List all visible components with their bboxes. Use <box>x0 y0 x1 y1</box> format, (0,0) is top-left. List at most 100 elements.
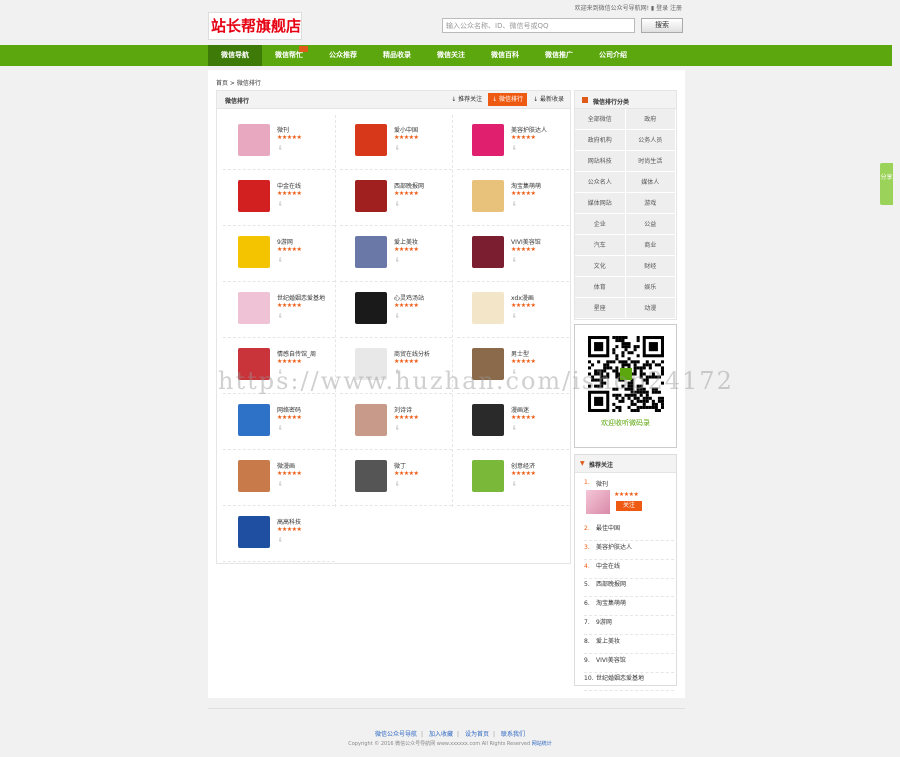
account-name[interactable]: 9游网 <box>277 237 293 246</box>
account-card[interactable]: VIVI美容馆 ★★★★★ ⇩ <box>457 227 569 282</box>
top-links[interactable]: 欢迎来到微信公众号导航网! ▮ 登录 注册 <box>575 3 682 12</box>
account-name[interactable]: 漫画迷 <box>511 405 529 414</box>
avatar[interactable] <box>238 236 270 268</box>
recommend-item[interactable]: 6. 淘宝集萌萌 <box>584 598 674 617</box>
download-icon[interactable]: ⇩ <box>278 257 283 264</box>
download-icon[interactable]: ⇩ <box>395 313 400 320</box>
account-name[interactable]: 微漫画 <box>277 461 295 470</box>
footer-link-bookmark[interactable]: 加入收藏 <box>429 731 453 738</box>
download-icon[interactable]: ⇩ <box>278 201 283 208</box>
avatar[interactable] <box>238 124 270 156</box>
download-icon[interactable]: ⇩ <box>512 257 517 264</box>
category-item[interactable]: 游戏 <box>625 193 676 214</box>
avatar[interactable] <box>355 180 387 212</box>
recommend-name[interactable]: 西部晚报网 <box>596 581 626 588</box>
download-icon[interactable]: ⇩ <box>278 369 283 376</box>
avatar[interactable] <box>238 348 270 380</box>
avatar[interactable] <box>238 292 270 324</box>
account-name[interactable]: 中金在线 <box>277 181 301 190</box>
download-icon[interactable]: ⇩ <box>278 145 283 152</box>
recommend-item[interactable]: 10. 世纪婚姻恋爱基地 <box>584 673 674 692</box>
download-icon[interactable]: ⇩ <box>278 537 283 544</box>
download-icon[interactable]: ⇩ <box>395 425 400 432</box>
account-card[interactable]: xdx漫画 ★★★★★ ⇩ <box>457 283 569 338</box>
download-icon[interactable]: ⇩ <box>395 481 400 488</box>
avatar[interactable] <box>355 404 387 436</box>
recommend-item[interactable]: 7. 9游网 <box>584 617 674 635</box>
recommend-name[interactable]: 中金在线 <box>596 563 620 570</box>
account-name[interactable]: 刘诗诗 <box>394 405 412 414</box>
avatar[interactable] <box>238 516 270 548</box>
account-card[interactable]: 微漫画 ★★★★★ ⇩ <box>223 451 335 506</box>
avatar[interactable] <box>355 124 387 156</box>
nav-item-0[interactable]: 微信导航 <box>208 45 262 66</box>
category-item[interactable]: 全部微信 <box>575 109 626 130</box>
recommend-item[interactable]: 2. 最佳中国 <box>584 523 674 541</box>
account-name[interactable]: 情感自传馆_周 <box>277 349 316 358</box>
category-item[interactable]: 体育 <box>575 277 626 298</box>
download-icon[interactable]: ⇩ <box>278 481 283 488</box>
category-item[interactable]: 政府机构 <box>575 130 626 151</box>
category-item[interactable]: 公益 <box>625 214 676 235</box>
account-name[interactable]: 爱小中国 <box>394 125 418 134</box>
category-item[interactable]: 企业 <box>575 214 626 235</box>
follow-button[interactable]: 关注 <box>616 501 642 511</box>
account-card[interactable]: 爱上美妆 ★★★★★ ⇩ <box>340 227 452 282</box>
category-item[interactable]: 商业 <box>625 235 676 256</box>
account-card[interactable]: 微丁 ★★★★★ ⇩ <box>340 451 452 506</box>
footer-link-contact[interactable]: 联系我们 <box>501 731 525 738</box>
account-name[interactable]: 淘宝集萌萌 <box>511 181 541 190</box>
recommend-item[interactable]: 8. 爱上美妆 <box>584 636 674 654</box>
account-card[interactable]: 微刊 ★★★★★ ⇩ <box>223 115 335 170</box>
avatar[interactable] <box>472 236 504 268</box>
download-icon[interactable]: ⇩ <box>395 145 400 152</box>
download-icon[interactable]: ⇩ <box>278 313 283 320</box>
nav-item-5[interactable]: 微信百科 <box>478 45 532 66</box>
account-card[interactable]: 商贸在线分析 ★★★★★ ⇩ <box>340 339 452 394</box>
recommend-item[interactable]: 3. 美容护肤达人 <box>584 542 674 560</box>
category-item[interactable]: 文化 <box>575 256 626 277</box>
avatar[interactable] <box>238 460 270 492</box>
avatar[interactable] <box>472 292 504 324</box>
account-name[interactable]: VIVI美容馆 <box>511 237 541 246</box>
account-name[interactable]: 创意经济 <box>511 461 535 470</box>
account-card[interactable]: 世纪婚姻恋爱基地 ★★★★★ ⇩ <box>223 283 335 338</box>
category-item[interactable]: 公众名人 <box>575 172 626 193</box>
avatar[interactable] <box>472 124 504 156</box>
account-name[interactable]: 商贸在线分析 <box>394 349 430 358</box>
download-icon[interactable]: ⇩ <box>395 201 400 208</box>
share-float-tab[interactable]: 分享 <box>880 163 893 205</box>
search-input[interactable]: 输入公众名称、ID、微信号或QQ <box>442 18 635 33</box>
avatar[interactable] <box>472 180 504 212</box>
category-item[interactable]: 公务人员 <box>625 130 676 151</box>
avatar[interactable] <box>355 292 387 324</box>
account-name[interactable]: xdx漫画 <box>511 293 534 302</box>
account-card[interactable]: 9游网 ★★★★★ ⇩ <box>223 227 335 282</box>
nav-item-4[interactable]: 微信关注 <box>424 45 478 66</box>
category-item[interactable]: 星座 <box>575 298 626 319</box>
account-name[interactable]: 微刊 <box>277 125 289 134</box>
account-name[interactable]: 世纪婚姻恋爱基地 <box>277 293 325 302</box>
footer-link-home[interactable]: 微信公众号导航 <box>375 731 417 738</box>
search-button[interactable]: 搜索 <box>641 18 683 33</box>
account-name[interactable]: 爱上美妆 <box>394 237 418 246</box>
nav-item-6[interactable]: 微信推广 <box>532 45 586 66</box>
account-card[interactable]: 中金在线 ★★★★★ ⇩ <box>223 171 335 226</box>
avatar[interactable] <box>238 404 270 436</box>
account-card[interactable]: 心灵鸡汤站 ★★★★★ ⇩ <box>340 283 452 338</box>
sort-tab-latest[interactable]: ↓ 最新收录 <box>529 93 568 106</box>
account-card[interactable]: 情感自传馆_周 ★★★★★ ⇩ <box>223 339 335 394</box>
category-item[interactable]: 动漫 <box>625 298 676 319</box>
download-icon[interactable]: ⇩ <box>512 369 517 376</box>
download-icon[interactable]: ⇩ <box>278 425 283 432</box>
breadcrumb[interactable]: 首页 > 微信排行 <box>216 78 261 87</box>
account-card[interactable]: 刘诗诗 ★★★★★ ⇩ <box>340 395 452 450</box>
category-item[interactable]: 娱乐 <box>625 277 676 298</box>
account-name[interactable]: 西部晚报网 <box>394 181 424 190</box>
recommend-item[interactable]: 9. VIVI美容馆 <box>584 655 674 673</box>
recommend-name[interactable]: 美容护肤达人 <box>596 544 632 551</box>
account-card[interactable]: 美容护肤达人 ★★★★★ ⇩ <box>457 115 569 170</box>
account-card[interactable]: 高高科技 ★★★★★ ⇩ <box>223 507 335 562</box>
category-item[interactable]: 时尚生活 <box>625 151 676 172</box>
site-logo[interactable]: 站长帮旗舰店 <box>208 12 302 40</box>
